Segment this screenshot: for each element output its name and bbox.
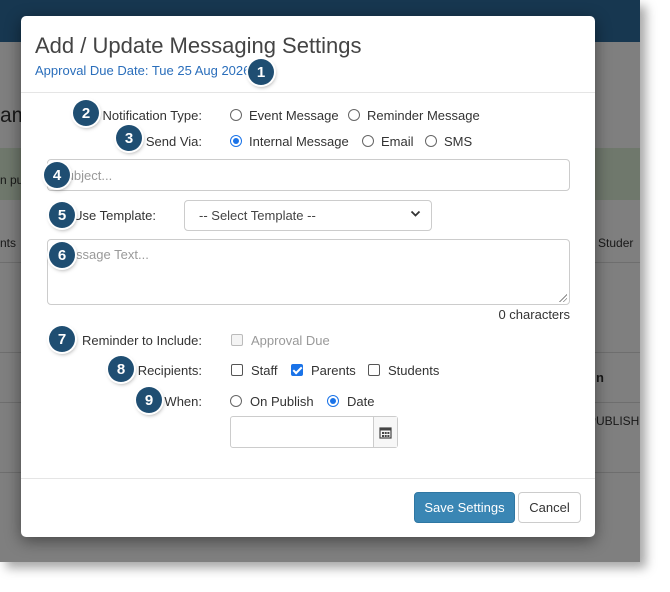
subject-input[interactable] xyxy=(47,159,570,191)
sms-option[interactable]: SMS xyxy=(444,134,472,149)
parents-option[interactable]: Parents xyxy=(311,363,356,378)
annotation-badge-3: 3 xyxy=(116,125,142,151)
internal-message-option[interactable]: Internal Message xyxy=(249,134,349,149)
annotation-badge-9: 9 xyxy=(136,387,162,413)
event-message-option[interactable]: Event Message xyxy=(249,108,339,123)
recipients-label: Recipients: xyxy=(137,363,202,378)
sms-radio[interactable] xyxy=(425,135,437,147)
annotation-badge-7: 7 xyxy=(49,326,75,352)
reminder-message-option[interactable]: Reminder Message xyxy=(367,108,480,123)
approval-due-option: Approval Due xyxy=(251,333,330,348)
date-input[interactable] xyxy=(231,417,373,447)
annotation-badge-8: 8 xyxy=(108,356,134,382)
email-option[interactable]: Email xyxy=(381,134,414,149)
students-option[interactable]: Students xyxy=(388,363,439,378)
template-select-value: -- Select Template -- xyxy=(199,208,316,223)
notification-type-label: Notification Type: xyxy=(102,108,202,123)
annotation-badge-4: 4 xyxy=(44,162,70,188)
calendar-button[interactable] xyxy=(373,417,397,447)
date-option[interactable]: Date xyxy=(347,394,374,409)
annotation-badge-2: 2 xyxy=(73,100,99,126)
save-settings-button[interactable]: Save Settings xyxy=(414,492,515,523)
email-radio[interactable] xyxy=(362,135,374,147)
annotation-badge-5: 5 xyxy=(49,202,75,228)
event-message-radio[interactable] xyxy=(230,109,242,121)
template-select[interactable]: -- Select Template -- xyxy=(184,200,432,231)
staff-checkbox[interactable] xyxy=(231,364,243,376)
header-divider xyxy=(21,92,595,93)
approval-due-date: Approval Due Date: Tue 25 Aug 2026 xyxy=(35,63,251,78)
annotation-badge-6: 6 xyxy=(49,242,75,268)
annotation-badge-1: 1 xyxy=(248,59,274,85)
on-publish-option[interactable]: On Publish xyxy=(250,394,314,409)
date-radio[interactable] xyxy=(327,395,339,407)
messaging-settings-modal: Add / Update Messaging Settings Approval… xyxy=(21,16,595,537)
parents-checkbox[interactable] xyxy=(291,364,303,376)
students-checkbox[interactable] xyxy=(368,364,380,376)
use-template-label: Use Template: xyxy=(73,208,156,223)
internal-message-radio[interactable] xyxy=(230,135,242,147)
textarea-resize-handle[interactable] xyxy=(559,294,567,302)
on-publish-radio[interactable] xyxy=(230,395,242,407)
staff-option[interactable]: Staff xyxy=(251,363,278,378)
character-count: 0 characters xyxy=(498,307,570,322)
reminder-label: Reminder to Include: xyxy=(82,333,202,348)
message-textarea[interactable] xyxy=(47,239,570,305)
footer-divider xyxy=(21,478,595,479)
date-picker xyxy=(230,416,398,448)
reminder-message-radio[interactable] xyxy=(348,109,360,121)
modal-title: Add / Update Messaging Settings xyxy=(35,33,362,58)
cancel-button[interactable]: Cancel xyxy=(518,492,581,523)
calendar-icon xyxy=(379,426,392,439)
approval-due-checkbox xyxy=(231,334,243,346)
chevron-down-icon xyxy=(410,208,421,222)
